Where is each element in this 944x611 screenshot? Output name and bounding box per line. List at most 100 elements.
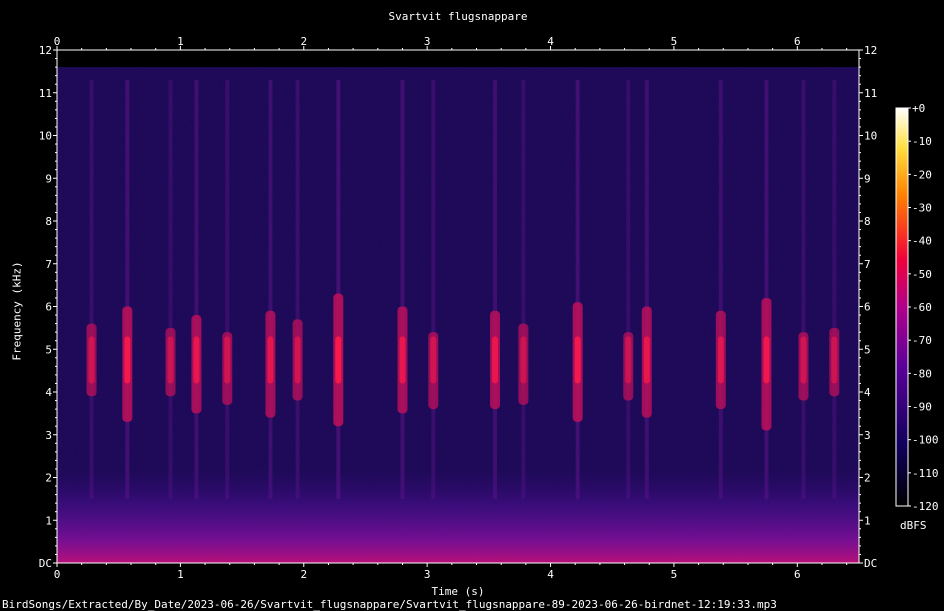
chart-title: Svartvit flugsnappare (388, 10, 528, 23)
y-tick-label-right: 3 (864, 429, 871, 442)
file-path-caption: BirdSongs/Extracted/By_Date/2023-06-26/S… (2, 598, 777, 611)
call-streak (626, 79, 631, 499)
colorbar-tick-label: -90 (912, 401, 932, 414)
call-streak (493, 79, 498, 499)
low-frequency-noise-band (57, 468, 859, 563)
y-tick-label-right: 1 (864, 514, 871, 527)
call-core (800, 336, 807, 384)
colorbar-label: dBFS (900, 519, 927, 532)
call-streak (336, 79, 341, 499)
x-tick-label-top: 4 (547, 35, 554, 48)
y-tick-label-right: 10 (864, 130, 877, 143)
call-core (831, 336, 838, 384)
colorbar-tick-label: -120 (912, 500, 939, 513)
colorbar-tick-label: -20 (912, 168, 932, 181)
call-streak (89, 79, 94, 499)
colorbar-tick-label: -80 (912, 367, 932, 380)
call-core (574, 336, 581, 384)
y-tick-label-left: 10 (39, 130, 52, 143)
x-axis-label: Time (s) (431, 585, 485, 598)
x-tick-label-top: 5 (671, 35, 678, 48)
y-tick-label-right: 11 (864, 87, 877, 100)
colorbar-gradient (895, 107, 909, 507)
call-core (88, 336, 95, 384)
call-streak (832, 79, 837, 499)
y-tick-label-left: 11 (39, 87, 52, 100)
colorbar-ticks: +0 -10 -20 -30 -40 -50 -60 -70 -80 -90 -100 -110 -12… (908, 102, 939, 513)
call-streak (225, 79, 230, 499)
call-streak (125, 79, 130, 499)
x-tick-label-top: 6 (794, 35, 801, 48)
y-tick-label-right: 6 (864, 301, 871, 314)
x-tick-label-top: 3 (424, 35, 431, 48)
colorbar-tick-label: -40 (912, 235, 932, 248)
colorbar-tick-label: -60 (912, 301, 932, 314)
y-tick-label-left: 4 (45, 386, 52, 399)
call-core (399, 336, 406, 384)
call-core (267, 336, 274, 384)
y-tick-label-right: 7 (864, 258, 871, 271)
y-tick-label-right: 8 (864, 215, 871, 228)
y-tick-label-left: 5 (45, 343, 52, 356)
y-axis-label: Frequency (kHz) (10, 261, 24, 361)
call-core (335, 336, 342, 384)
y-tick-label-left: 7 (45, 258, 52, 271)
colorbar-tick-label: -30 (912, 202, 932, 215)
call-streak (168, 79, 173, 499)
call-streak (644, 79, 649, 499)
y-tick-label-left: 6 (45, 301, 52, 314)
spectrogram-chart: 00112233445566DC DC1 12 23 34 45 56 67 78 89 910 10… (39, 35, 939, 581)
call-core (224, 336, 231, 384)
colorbar-tick-label: -100 (912, 434, 939, 447)
call-streak (801, 79, 806, 499)
call-core (193, 336, 200, 384)
y-tick-label-right: 2 (864, 472, 871, 485)
y-tick-label-left: DC (39, 557, 52, 570)
x-tick-label-top: 0 (54, 35, 61, 48)
call-streak (575, 79, 580, 499)
call-core (717, 336, 724, 384)
x-tick-label-bottom: 2 (300, 568, 307, 581)
x-tick-label-bottom: 1 (177, 568, 184, 581)
call-core (625, 336, 632, 384)
call-streak (718, 79, 723, 499)
spectrogram-top-strip (57, 50, 859, 68)
x-tick-label-top: 2 (300, 35, 307, 48)
y-tick-label-left: 12 (39, 44, 52, 57)
call-core (492, 336, 499, 384)
call-core (643, 336, 650, 384)
x-tick-label-bottom: 5 (671, 568, 678, 581)
call-streak (764, 79, 769, 499)
y-tick-label-left: 9 (45, 172, 52, 185)
colorbar-tick-label: +0 (912, 102, 925, 115)
colorbar: +0 -10 -20 -30 -40 -50 -60 -70 -80 -90 -100 -110 -12… (895, 102, 939, 513)
colorbar-tick-label: -70 (912, 334, 932, 347)
call-core (167, 336, 174, 384)
call-core (763, 336, 770, 384)
call-streak (431, 79, 436, 499)
x-tick-label-bottom: 3 (424, 568, 431, 581)
y-tick-label-right: 9 (864, 172, 871, 185)
y-tick-label-right: 4 (864, 386, 871, 399)
call-streak (194, 79, 199, 499)
call-core (294, 336, 301, 384)
call-streak (400, 79, 405, 499)
x-tick-label-bottom: 6 (794, 568, 801, 581)
colorbar-tick-label: -50 (912, 268, 932, 281)
y-tick-label-right: 12 (864, 44, 877, 57)
y-tick-label-right: DC (864, 557, 877, 570)
call-core (430, 336, 437, 384)
call-streak (268, 79, 273, 499)
call-streak (521, 79, 526, 499)
y-tick-label-left: 2 (45, 472, 52, 485)
spectrogram-plot-area (57, 50, 859, 563)
y-tick-label-left: 1 (45, 514, 52, 527)
call-core (124, 336, 131, 384)
call-streak (295, 79, 300, 499)
colorbar-tick-label: -110 (912, 467, 939, 480)
y-tick-label-right: 5 (864, 343, 871, 356)
x-tick-label-top: 1 (177, 35, 184, 48)
colorbar-tick-label: -10 (912, 135, 932, 148)
call-core (520, 336, 527, 384)
x-tick-label-bottom: 0 (54, 568, 61, 581)
